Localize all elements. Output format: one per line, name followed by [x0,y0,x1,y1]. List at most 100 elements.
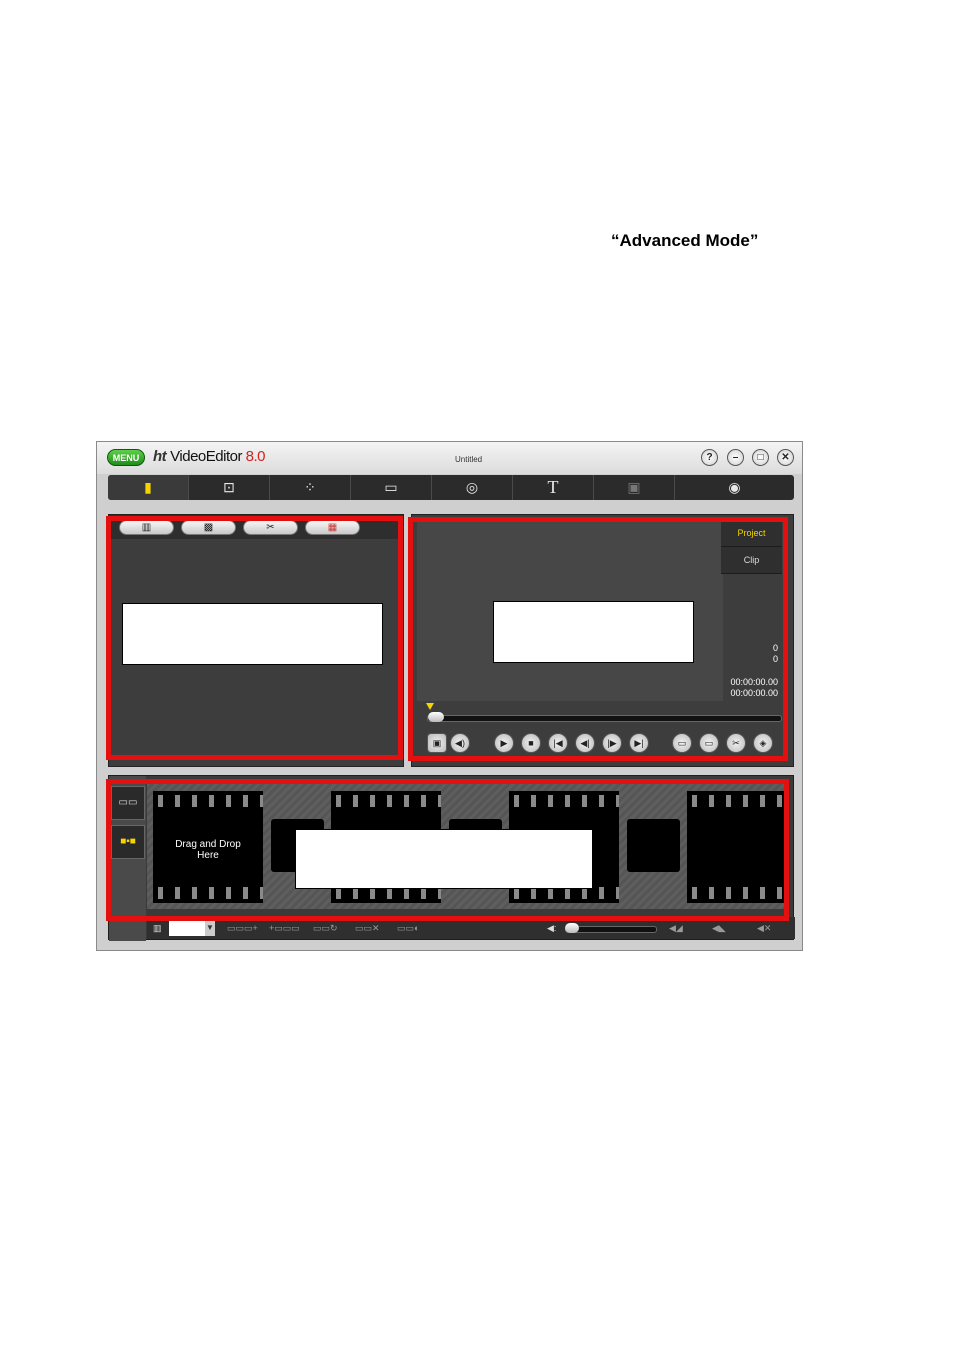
color-grid-icon: ▦ [327,522,338,533]
library-tab-photo[interactable]: ▩ [181,520,236,535]
clip-properties-button[interactable]: ▭▭◐ [397,920,419,936]
scissors-icon: ✂ [732,738,740,748]
menu-button[interactable]: MENU [107,449,145,466]
video-editor-window: MENU ht VideoEditor 8.0 Untitled ? – □ ✕ … [96,441,803,951]
delete-clip-button[interactable]: ▭▭✕ [355,920,380,936]
mark-in-button[interactable]: ▭ [672,733,692,753]
film-perforation [331,795,441,807]
burn-disc-icon: ◉ [728,479,741,495]
library-callout-box [122,603,383,665]
drop-hint-line2: Here [197,850,219,861]
stop-button[interactable]: ■ [521,733,541,753]
document-title: Untitled [455,455,483,464]
go-start-button[interactable]: |◀ [548,733,568,753]
timeline-mode-sidebar: ▭▭ ■▪■ [109,776,146,941]
transitions-icon: ✂ [266,522,275,533]
go-end-icon: ▶| [634,738,644,748]
toolbar-save[interactable]: ▣ [594,475,675,500]
storyboard-mode-button[interactable]: ■▪■ [111,825,145,859]
toolbar-burn[interactable]: ◉ [675,475,794,500]
fade-out-button[interactable]: ◀◣ [712,920,726,936]
film-perforation [153,887,263,899]
title-bar: MENU ht VideoEditor 8.0 Untitled ? – □ ✕ [97,442,802,474]
time-current: 00:00:00.00 [730,677,778,687]
drop-hint-line1: Drag and Drop [175,839,241,850]
volume-button[interactable]: ◀) [450,733,470,753]
toolbar-text[interactable]: T [513,475,594,500]
play-button[interactable]: ▶ [494,733,514,753]
film-perforation [687,795,787,807]
minimize-button[interactable]: – [727,449,744,466]
logo-version: 8.0 [245,448,266,465]
toolbar-transitions[interactable]: ▭ [351,475,432,500]
film-perforation [509,795,619,807]
go-end-button[interactable]: ▶| [629,733,649,753]
tab-project[interactable]: Project [721,520,782,547]
prev-frame-icon: ◀| [580,738,590,748]
time-total: 00:00:00.00 [730,688,778,698]
zoom-select[interactable] [169,920,205,936]
new-project-icon: ▮ [144,479,152,495]
toolbar-globe[interactable]: ◎ [432,475,513,500]
mark-out-button[interactable]: ▭ [699,733,719,753]
timeline-callout-box [295,829,593,889]
toolbar-new-project[interactable]: ▮ [108,475,189,500]
mark-out-icon: ▭ [704,738,714,748]
timeline-panel: ▭▭ ■▪■ Drag and Drop Here ▥ ▼ ▭▭▭+ +▭▭▭ … [108,775,795,941]
seek-slider-knob[interactable] [428,712,444,722]
logo-ht: ht [153,448,167,465]
toolbar-effects[interactable]: ⁘ [270,475,351,500]
append-clip-button[interactable]: +▭▭▭ [269,920,300,936]
snapshot-icon: ▣ [432,738,442,748]
storyboard-track: Drag and Drop Here [147,779,787,909]
preview-callout-box [493,601,694,663]
counter-a: 0 [772,643,778,653]
effects-wand-icon: ⁘ [304,479,316,495]
storyboard-icon: ■▪■ [120,836,136,847]
clip-slot-drop-target[interactable]: Drag and Drop Here [153,791,263,903]
prev-frame-button[interactable]: ◀| [575,733,595,753]
logo-name: VideoEditor [170,448,242,465]
transition-icon: ▭ [384,479,398,495]
main-toolbar: ▮ ⊡ ⁘ ▭ ◎ T ▣ ◉ [108,475,794,500]
cut-button[interactable]: ✂ [726,733,746,753]
help-button[interactable]: ? [701,449,718,466]
mark-in-icon: ▭ [677,738,687,748]
insert-clip-button[interactable]: ▭▭▭+ [227,920,258,936]
eraser-icon: ◈ [759,738,767,748]
timeline-mode-ruler[interactable]: ▭▭ [111,786,145,820]
go-start-icon: |◀ [553,738,563,748]
timeline-bottom-bar: ▥ ▼ ▭▭▭+ +▭▭▭ ▭▭↻ ▭▭✕ ▭▭◐ ◀: ◀◢ ◀◣ ◀✕ [147,917,795,939]
transition-slot[interactable] [627,819,680,872]
library-panel: ▥ ▩ ✂ ▦ [108,514,404,767]
tab-clip[interactable]: Clip [721,547,782,574]
erase-button[interactable]: ◈ [753,733,773,753]
zoom-icon: ▥ [153,923,162,933]
globe-icon: ◎ [465,479,479,495]
save-disk-icon: ▣ [627,479,641,495]
maximize-button[interactable]: □ [752,449,769,466]
volume-slider-knob[interactable] [565,923,579,933]
stop-icon: ■ [528,738,534,748]
ruler-icon: ▭▭ [118,797,138,808]
clip-slot[interactable] [687,791,787,903]
toolbar-capture[interactable]: ⊡ [189,475,270,500]
close-button[interactable]: ✕ [777,449,794,466]
play-icon: ▶ [500,738,508,748]
chevron-down-icon[interactable]: ▼ [205,920,215,936]
library-tab-video[interactable]: ▥ [119,520,174,535]
film-perforation [153,795,263,807]
volume-icon: ◀) [455,738,465,748]
mute-button[interactable]: ◀✕ [757,920,771,936]
library-tab-transitions[interactable]: ✂ [243,520,298,535]
playhead-marker[interactable] [426,703,434,710]
seek-slider[interactable] [427,715,782,722]
next-frame-icon: |▶ [607,738,617,748]
library-tab-colors[interactable]: ▦ [305,520,360,535]
app-logo: ht VideoEditor 8.0 [153,448,265,465]
snapshot-button[interactable]: ▣ [427,733,447,753]
next-frame-button[interactable]: |▶ [602,733,622,753]
fade-in-button[interactable]: ◀◢ [669,920,683,936]
rotate-clip-button[interactable]: ▭▭↻ [313,920,338,936]
library-tabs: ▥ ▩ ✂ ▦ [109,515,403,539]
